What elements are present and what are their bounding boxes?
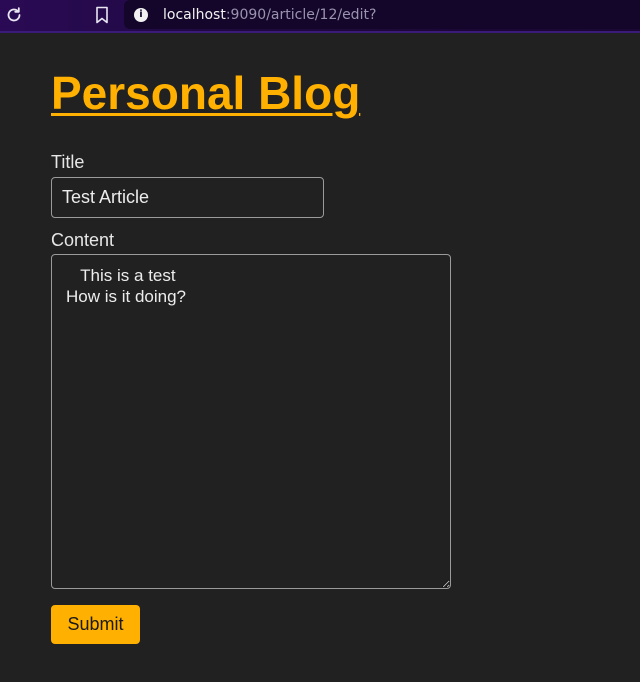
url-path: :9090/article/12/edit? <box>225 6 377 23</box>
url-host: localhost <box>163 6 226 23</box>
bookmark-icon <box>96 6 108 24</box>
submit-button[interactable]: Submit <box>51 605 140 644</box>
url-text[interactable]: localhost:9090/article/12/edit? <box>163 7 376 23</box>
content-textarea[interactable]: This is a test How is it doing? <box>51 254 451 589</box>
address-bar[interactable]: i localhost:9090/article/12/edit? <box>124 0 640 29</box>
content-label: Content <box>51 230 115 250</box>
info-icon[interactable]: i <box>134 7 148 22</box>
reload-icon <box>7 7 21 22</box>
page-content: Personal Blog Title Content This is a te… <box>51 35 611 644</box>
browser-toolbar: i localhost:9090/article/12/edit? <box>0 0 640 33</box>
title-input[interactable] <box>51 177 324 218</box>
reload-button[interactable] <box>4 5 24 25</box>
title-label: Title <box>51 152 85 172</box>
site-title-link[interactable]: Personal Blog <box>51 67 360 119</box>
bookmark-button[interactable] <box>92 5 112 25</box>
